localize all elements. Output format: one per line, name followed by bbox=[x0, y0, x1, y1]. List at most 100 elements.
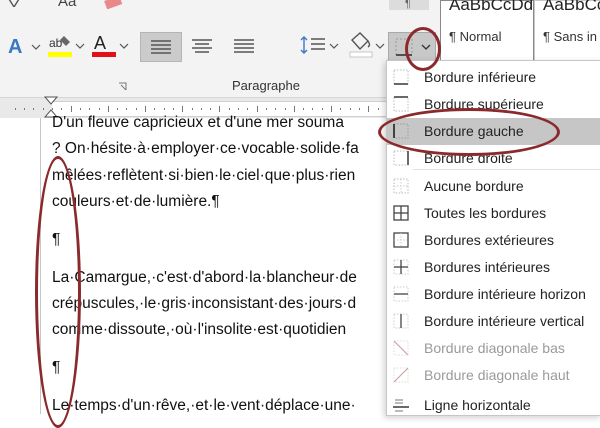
ruler-tick bbox=[293, 106, 295, 112]
ruler-tick bbox=[154, 108, 156, 110]
ruler-tick bbox=[98, 108, 100, 110]
border-inside-vertical-icon bbox=[393, 313, 409, 329]
menu-item-border-diagonal-down[interactable]: Bordure diagonale bas bbox=[387, 335, 600, 362]
menu-item-label: Bordures intérieures bbox=[424, 259, 551, 275]
shading-icon[interactable] bbox=[346, 30, 386, 60]
clear-formatting-icon[interactable] bbox=[100, 0, 124, 10]
ruler-tick bbox=[117, 108, 119, 110]
ruler-tick bbox=[200, 108, 202, 110]
doc-line-4[interactable]: couleurs·et·de·lumière.¶ bbox=[52, 193, 220, 211]
ruler-tick bbox=[312, 108, 314, 110]
style-no-spacing-sample: AaBbCc bbox=[543, 0, 600, 14]
svg-text:ab: ab bbox=[49, 36, 63, 50]
border-inside-icon bbox=[393, 259, 409, 275]
menu-item-border-all[interactable]: Toutes les bordures bbox=[387, 200, 600, 227]
ruler-tick bbox=[377, 108, 379, 110]
doc-line-10[interactable]: Le·temps·d'un·rêve,·et·le·vent·déplace·u… bbox=[52, 397, 356, 415]
style-normal-name: ¶ Normal bbox=[449, 29, 502, 44]
ruler-tick bbox=[163, 108, 165, 110]
ruler-tick bbox=[303, 108, 305, 110]
menu-item-horizontal-line[interactable]: Ligne horizontale bbox=[387, 392, 600, 419]
ruler-tick bbox=[219, 106, 221, 112]
menu-separator bbox=[413, 169, 600, 170]
paragraph-group-label: Paragraphe bbox=[232, 78, 300, 93]
svg-text:A: A bbox=[8, 36, 22, 57]
menu-item-border-none[interactable]: Aucune bordure bbox=[387, 173, 600, 200]
border-bottom-icon bbox=[393, 69, 409, 85]
doc-line-6[interactable]: La·Camargue,·c'est·d'abord·la·blancheur·… bbox=[52, 269, 357, 287]
menu-item-label: Ligne horizontale bbox=[424, 397, 531, 413]
align-justify-icon[interactable] bbox=[140, 32, 182, 62]
show-formatting-marks-button[interactable]: ¶ bbox=[388, 0, 430, 12]
ruler-tick bbox=[182, 106, 184, 112]
menu-item-label: Bordure diagonale haut bbox=[424, 367, 570, 383]
style-no-spacing-tile[interactable]: AaBbCc ¶ Sans in bbox=[534, 0, 600, 68]
menu-item-border-inside-horizontal[interactable]: Bordure intérieure horizon bbox=[387, 281, 600, 308]
menu-item-label: Bordure inférieure bbox=[424, 69, 537, 85]
ruler-tick bbox=[238, 108, 239, 110]
doc-line-1[interactable]: D'un fleuve capricieux et d'une mer soum… bbox=[52, 114, 344, 132]
menu-item-border-diagonal-up[interactable]: Bordure diagonale haut bbox=[387, 362, 600, 389]
align-center-icon[interactable] bbox=[184, 32, 220, 60]
doc-line-8[interactable]: comme·dissoute,·où·l'insolite·est·quotid… bbox=[52, 321, 346, 339]
ruler-tick bbox=[228, 108, 230, 110]
ruler-tick bbox=[331, 106, 332, 112]
doc-line-2[interactable]: ? On·hésite·à·employer·ce·vocable·solide… bbox=[52, 140, 359, 158]
line-spacing-icon[interactable] bbox=[300, 32, 340, 60]
ruler-tick bbox=[24, 108, 26, 110]
ruler-tick bbox=[256, 106, 258, 112]
ruler-tick bbox=[247, 108, 249, 110]
annotation-circle-left-margin bbox=[35, 156, 81, 428]
ruler-tick bbox=[284, 108, 286, 110]
ruler-tick bbox=[172, 108, 174, 110]
ruler-tick bbox=[340, 108, 342, 110]
border-diagonal-up-icon bbox=[393, 367, 409, 383]
ruler-tick bbox=[107, 106, 109, 112]
menu-item-label: Bordure intérieure horizon bbox=[424, 286, 586, 302]
menu-item-border-inside-vertical[interactable]: Bordure intérieure vertical bbox=[387, 308, 600, 335]
border-all-icon bbox=[393, 205, 409, 221]
change-case-button[interactable]: Aa bbox=[58, 0, 77, 10]
ruler-tick bbox=[191, 108, 193, 110]
ruler-tick bbox=[349, 108, 351, 110]
doc-line-7[interactable]: crépuscules,·le·gris·inconsistant·des·jo… bbox=[52, 295, 356, 313]
ruler-tick bbox=[89, 108, 91, 110]
ruler-tick bbox=[135, 108, 137, 110]
menu-item-label: Toutes les bordures bbox=[424, 205, 547, 221]
doc-line-3[interactable]: mêlées·reflètent·si·bien·le·ciel·que·plu… bbox=[52, 167, 355, 185]
change-case-label: Aa bbox=[58, 0, 77, 10]
menu-item-label: Bordure diagonale bas bbox=[424, 340, 565, 356]
menu-item-label: Bordure intérieure vertical bbox=[424, 313, 585, 329]
ruler-tick bbox=[52, 108, 53, 110]
ruler-tick bbox=[321, 108, 323, 110]
menu-item-border-outside[interactable]: Bordures extérieures bbox=[387, 227, 600, 254]
ruler-tick bbox=[358, 108, 360, 110]
border-diagonal-down-icon bbox=[393, 340, 409, 356]
font-size-increase-icon[interactable] bbox=[6, 0, 22, 8]
ruler-tick bbox=[265, 108, 267, 110]
menu-item-border-inside[interactable]: Bordures intérieures bbox=[387, 254, 600, 281]
ruler-tick bbox=[126, 108, 128, 110]
svg-text:¶: ¶ bbox=[405, 0, 411, 10]
style-normal-sample: AaBbCcDd bbox=[449, 0, 534, 14]
border-none-icon bbox=[393, 178, 409, 194]
style-normal-tile[interactable]: AaBbCcDd ¶ Normal bbox=[440, 0, 534, 68]
annotation-circle-borders-button bbox=[405, 27, 441, 71]
horizontal-line-icon bbox=[393, 399, 409, 412]
ruler-tick bbox=[275, 108, 277, 110]
style-no-spacing-name: ¶ Sans in bbox=[543, 29, 597, 44]
align-right-icon[interactable] bbox=[226, 32, 262, 60]
annotation-circle-left-border-item bbox=[378, 108, 560, 156]
ruler-tick bbox=[79, 108, 81, 110]
text-effects-icon[interactable]: A bbox=[8, 34, 42, 58]
border-inside-horizontal-icon bbox=[393, 286, 409, 302]
menu-item-label: Bordures extérieures bbox=[424, 232, 554, 248]
font-group-launcher-icon[interactable] bbox=[118, 78, 127, 91]
ruler-tick bbox=[42, 108, 44, 110]
ruler-tick bbox=[368, 106, 370, 112]
ruler-tick bbox=[61, 108, 63, 110]
ruler-tick bbox=[14, 108, 16, 110]
font-color-icon[interactable]: A bbox=[90, 32, 130, 62]
highlight-icon[interactable]: ab bbox=[46, 32, 86, 62]
menu-item-label: Aucune bordure bbox=[424, 178, 524, 194]
